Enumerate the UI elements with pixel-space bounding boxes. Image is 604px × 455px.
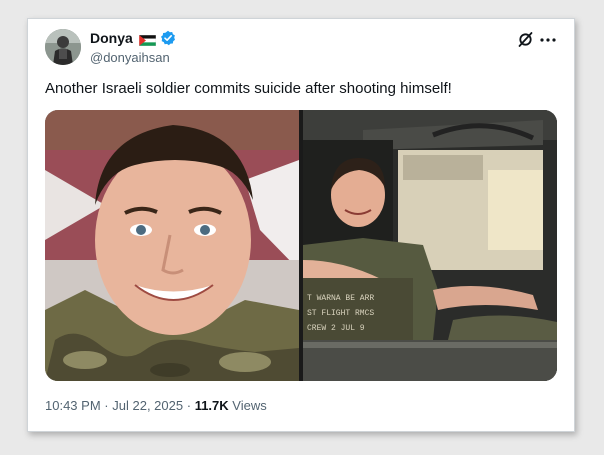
- photo-vehicle[interactable]: T WARNA BE ARR ST FLIGHT RMCS CREW 2 JUL…: [303, 110, 557, 381]
- post-card[interactable]: Donya @donyaihsan Another Israeli soldie…: [27, 18, 575, 432]
- author-avatar[interactable]: [45, 29, 81, 65]
- meta-separator: ·: [104, 398, 109, 413]
- more-options-icon[interactable]: [539, 31, 557, 48]
- palestine-flag-icon: [138, 33, 157, 46]
- author-name-row[interactable]: Donya: [90, 30, 176, 46]
- meta-separator-2: ·: [186, 398, 192, 413]
- photo-text-line1: T WARNA BE ARR: [307, 294, 374, 303]
- photo-text-line3: CREW 2 JUL 9: [307, 324, 365, 333]
- author-name[interactable]: Donya: [90, 30, 133, 46]
- verified-badge-icon: [160, 30, 176, 46]
- post-text: Another Israeli soldier commits suicide …: [45, 80, 452, 97]
- grok-icon[interactable]: [517, 31, 534, 48]
- author-handle[interactable]: @donyaihsan: [90, 50, 170, 65]
- post-time[interactable]: 10:43 PM: [45, 398, 101, 413]
- views-label: Views: [232, 398, 267, 413]
- photo-selfie[interactable]: [45, 110, 299, 381]
- post-meta: 10:43 PM · Jul 22, 2025 · 11.7K Views: [45, 398, 267, 413]
- photo-text-line2: ST FLIGHT RMCS: [307, 309, 374, 318]
- avatar-image: [45, 29, 81, 65]
- post-date[interactable]: Jul 22, 2025: [112, 398, 183, 413]
- media-grid[interactable]: T WARNA BE ARR ST FLIGHT RMCS CREW 2 JUL…: [45, 110, 557, 381]
- views-count[interactable]: 11.7K: [195, 398, 229, 413]
